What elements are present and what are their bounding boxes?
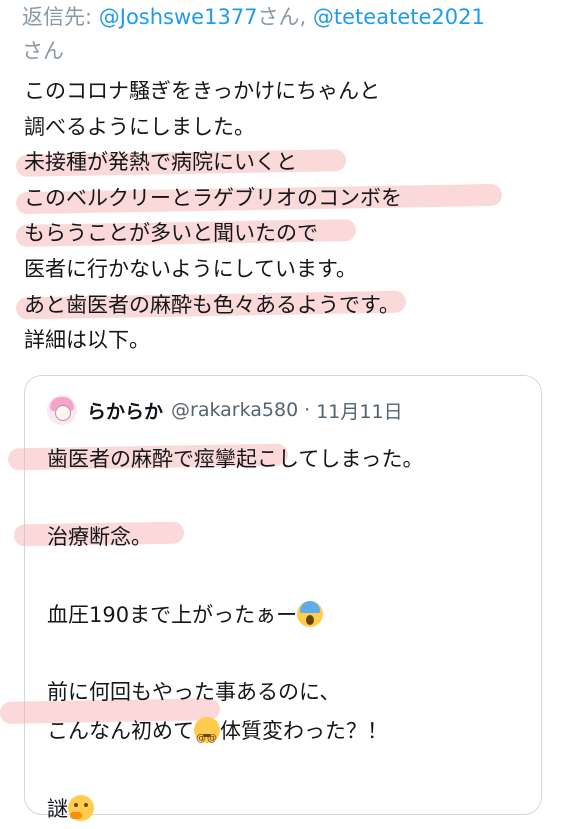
quote-line: 前に何回もやった事あるのに、 <box>47 680 341 705</box>
tweet-line: 詳細は以下。 <box>24 328 150 353</box>
quoted-display-name[interactable]: らからか <box>87 397 163 424</box>
mention-link-teteatete2021[interactable]: @teteatete2021 <box>313 5 485 29</box>
thinking-face-icon <box>68 795 94 822</box>
reply-prefix: 返信先: <box>22 5 99 29</box>
quote-line: こんなん初めて <box>47 719 194 744</box>
tweet-line: あと歯医者の麻酔も色々あるようです。 <box>24 292 400 317</box>
tweet-line: 調べるようにしました。 <box>24 114 255 139</box>
quote-line: 治療断念。 <box>47 524 152 549</box>
tweet-line: 医者に行かないようにしています。 <box>24 256 357 281</box>
quote-line: 歯医者の麻酔で痙攣起こしてしまった。 <box>47 447 424 471</box>
tweet-line: 未接種が発熱で病院にいくと <box>24 150 297 175</box>
dizzy-face-icon <box>194 717 220 759</box>
tweet-text: このコロナ騒ぎをきっかけにちゃんと 調べるようにしました。 未接種が発熱で病院に… <box>24 74 554 359</box>
separator-dot: · <box>304 399 311 421</box>
tweet-line: このコロナ騒ぎをきっかけにちゃんと <box>24 79 381 103</box>
face-screaming-in-fear-icon <box>297 600 324 627</box>
avatar-icon[interactable] <box>47 395 77 425</box>
tweet-line: もらうことが多いと聞いたので <box>24 221 318 246</box>
mention-link-joshswe1377[interactable]: @Joshswe1377 <box>99 5 258 29</box>
quote-line: 血圧190まで上がったぁー <box>47 602 298 627</box>
quoted-date[interactable]: 11月11日 <box>316 397 402 424</box>
reply-mid: さん, <box>257 5 313 29</box>
reply-suffix: さん <box>22 39 64 63</box>
quoted-handle[interactable]: @rakarka580 <box>171 399 298 421</box>
tweet-line: このベルクリーとラゲブリオのコンボを <box>24 185 402 210</box>
quoted-tweet-text: 歯医者の麻酔で痙攣起こしてしまった。 治療断念。 血圧190まで上がったぁー 前… <box>47 440 527 829</box>
reply-context: 返信先: @Joshswe1377さん, @teteatete2021 さん <box>22 0 562 68</box>
quoted-tweet-header: らからか @rakarka580 · 11月11日 <box>47 394 403 426</box>
quote-line: 謎 <box>47 797 68 822</box>
quoted-tweet-card[interactable]: らからか @rakarka580 · 11月11日 歯医者の麻酔で痙攣起こしてし… <box>24 375 542 822</box>
quote-line: 体質変わった？！ <box>220 719 388 744</box>
